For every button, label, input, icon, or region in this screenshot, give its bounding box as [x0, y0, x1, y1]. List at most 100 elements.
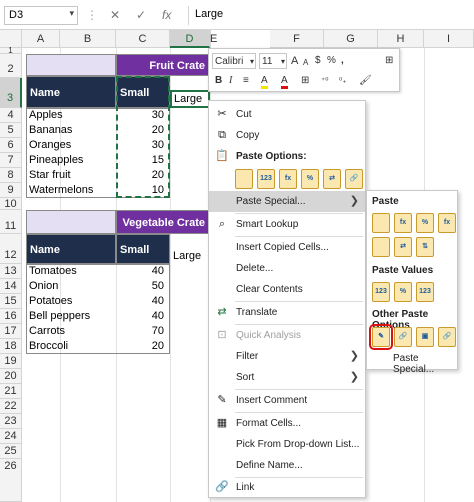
table2-row-name[interactable]: Carrots	[26, 324, 116, 339]
paste-values-number-format-icon[interactable]: %	[394, 282, 412, 302]
table1-title[interactable]: Fruit Crate	[116, 54, 210, 76]
column-header-g[interactable]: G	[324, 30, 378, 48]
menu-item-insert-comment[interactable]: ✎ Insert Comment	[209, 390, 365, 411]
table2-row-name[interactable]: Tomatoes	[26, 264, 116, 279]
row-header-19[interactable]: 19	[0, 354, 22, 369]
menu-item-delete[interactable]: Delete...	[209, 258, 365, 279]
menu-item-quick-analysis[interactable]: ⊡ Quick Analysis	[209, 325, 365, 346]
row-header-5[interactable]: 5	[0, 123, 22, 138]
decrease-decimal-icon[interactable]: ⁰₊	[339, 73, 346, 89]
font-color-icon[interactable]: A	[281, 73, 288, 89]
paste-formatting-icon[interactable]: ✎	[369, 324, 393, 350]
formula-input[interactable]: Large	[188, 6, 474, 25]
paste-linked-picture-icon[interactable]: 🔗	[438, 327, 456, 347]
row-header-18[interactable]: 18	[0, 339, 22, 354]
table2-row-name[interactable]: Onion	[26, 279, 116, 294]
paste-formulas-icon[interactable]: fx	[279, 169, 297, 189]
table1-row-name[interactable]: Watermelons	[26, 183, 116, 198]
grow-font-icon[interactable]: A	[291, 53, 298, 69]
shrink-font-icon[interactable]: A	[303, 55, 308, 71]
paste-transpose-icon[interactable]: ⇄	[323, 169, 341, 189]
row-header-8[interactable]: 8	[0, 168, 22, 183]
table1-header-large-active-cell[interactable]: Large	[170, 90, 210, 108]
table2-row-name[interactable]: Bell peppers	[26, 309, 116, 324]
insert-function-button[interactable]: fx	[162, 8, 171, 22]
paste-picture-icon[interactable]: ▣	[416, 327, 434, 347]
paste-formulas-number-format-icon[interactable]: %	[416, 213, 434, 233]
row-header-21[interactable]: 21	[0, 384, 22, 399]
chevron-down-icon[interactable]: ▾	[69, 8, 74, 19]
row-header-3[interactable]: 3	[0, 78, 22, 108]
menu-item-translate[interactable]: ⇄ Translate	[209, 302, 365, 323]
table2-header-large[interactable]: Large	[170, 248, 210, 264]
paste-link-icon[interactable]: 🔗	[345, 169, 363, 189]
increase-decimal-icon[interactable]: ⁺⁰	[321, 73, 328, 89]
drag-handle-icon[interactable]: ⋮	[86, 8, 98, 22]
row-header-13[interactable]: 13	[0, 264, 22, 279]
bold-button[interactable]: B	[215, 73, 222, 89]
table2-row-small[interactable]: 70	[116, 324, 170, 339]
row-header-9[interactable]: 9	[0, 183, 22, 198]
column-header-e[interactable]: E	[210, 30, 217, 48]
format-painter-icon[interactable]: 🖌	[359, 73, 372, 89]
row-header-4[interactable]: 4	[0, 108, 22, 123]
menu-item-link[interactable]: 🔗 Link	[209, 477, 365, 498]
menu-item-smart-lookup[interactable]: ⌕ Smart Lookup	[209, 214, 365, 235]
borders-icon[interactable]: ⊞	[301, 73, 309, 89]
column-header-a[interactable]: A	[22, 30, 60, 48]
menu-item-define-name[interactable]: Define Name...	[209, 455, 365, 476]
table2-title[interactable]: Vegetable Crate	[116, 210, 210, 234]
currency-icon[interactable]: $	[315, 53, 321, 69]
column-header-i[interactable]: I	[424, 30, 474, 48]
table2-row-small[interactable]: 40	[116, 264, 170, 279]
paste-keep-source-format-icon[interactable]: fx	[438, 213, 456, 233]
menu-item-insert-copied-cells[interactable]: Insert Copied Cells...	[209, 237, 365, 258]
column-header-f[interactable]: F	[270, 30, 324, 48]
paste-formulas-icon[interactable]: fx	[394, 213, 412, 233]
column-header-b[interactable]: B	[60, 30, 116, 48]
table1-row-name[interactable]: Oranges	[26, 138, 116, 153]
row-header-17[interactable]: 17	[0, 324, 22, 339]
row-header-14[interactable]: 14	[0, 279, 22, 294]
menu-item-copy[interactable]: ⧉ Copy	[209, 125, 365, 146]
menu-item-clear-contents[interactable]: Clear Contents	[209, 279, 365, 300]
table2-row-small[interactable]: 40	[116, 294, 170, 309]
row-header-2[interactable]: 2	[0, 54, 22, 78]
percent-icon[interactable]: %	[327, 53, 336, 69]
column-header-c[interactable]: C	[116, 30, 170, 48]
table1-header-name[interactable]: Name	[26, 76, 116, 108]
paste-keep-column-widths-icon[interactable]: ⇄	[394, 237, 412, 257]
row-header-24[interactable]: 24	[0, 429, 22, 444]
table2-row-name[interactable]: Broccoli	[26, 339, 116, 354]
paste-values-source-format-icon[interactable]: 123	[416, 282, 434, 302]
table2-row-small[interactable]: 40	[116, 309, 170, 324]
table2-header-name[interactable]: Name	[26, 234, 116, 264]
paste-icon[interactable]	[235, 169, 253, 189]
font-name-select[interactable]: Calibri ▾	[212, 53, 256, 69]
row-header-20[interactable]: 20	[0, 369, 22, 384]
row-header-25[interactable]: 25	[0, 444, 22, 459]
paste-values-icon[interactable]: 123	[257, 169, 275, 189]
menu-item-filter[interactable]: Filter ❯	[209, 346, 365, 367]
submenu-paste-special-link[interactable]: Paste Special...	[393, 353, 457, 375]
align-center-icon[interactable]: ≡	[243, 73, 249, 89]
enter-icon[interactable]: ✓	[136, 8, 146, 22]
row-header-22[interactable]: 22	[0, 399, 22, 414]
table1-row-name[interactable]: Apples	[26, 108, 116, 123]
cancel-icon[interactable]: ✕	[110, 8, 120, 22]
paste-transpose-icon[interactable]: ⇅	[416, 237, 434, 257]
table1-row-name[interactable]: Star fruit	[26, 168, 116, 183]
row-header-11[interactable]: 11	[0, 210, 22, 234]
row-header-7[interactable]: 7	[0, 153, 22, 168]
table2-row-name[interactable]: Potatoes	[26, 294, 116, 309]
comma-style-icon[interactable]: ,	[341, 53, 344, 69]
menu-item-sort[interactable]: Sort ❯	[209, 367, 365, 388]
row-header-6[interactable]: 6	[0, 138, 22, 153]
table2-row-small[interactable]: 50	[116, 279, 170, 294]
menu-item-format-cells[interactable]: ▦ Format Cells...	[209, 413, 365, 434]
row-header-15[interactable]: 15	[0, 294, 22, 309]
paste-formatting-icon[interactable]: %	[301, 169, 319, 189]
paste-no-borders-icon[interactable]	[372, 237, 390, 257]
column-header-d[interactable]: D	[170, 30, 210, 48]
chevron-down-icon[interactable]: ▾	[250, 54, 254, 70]
